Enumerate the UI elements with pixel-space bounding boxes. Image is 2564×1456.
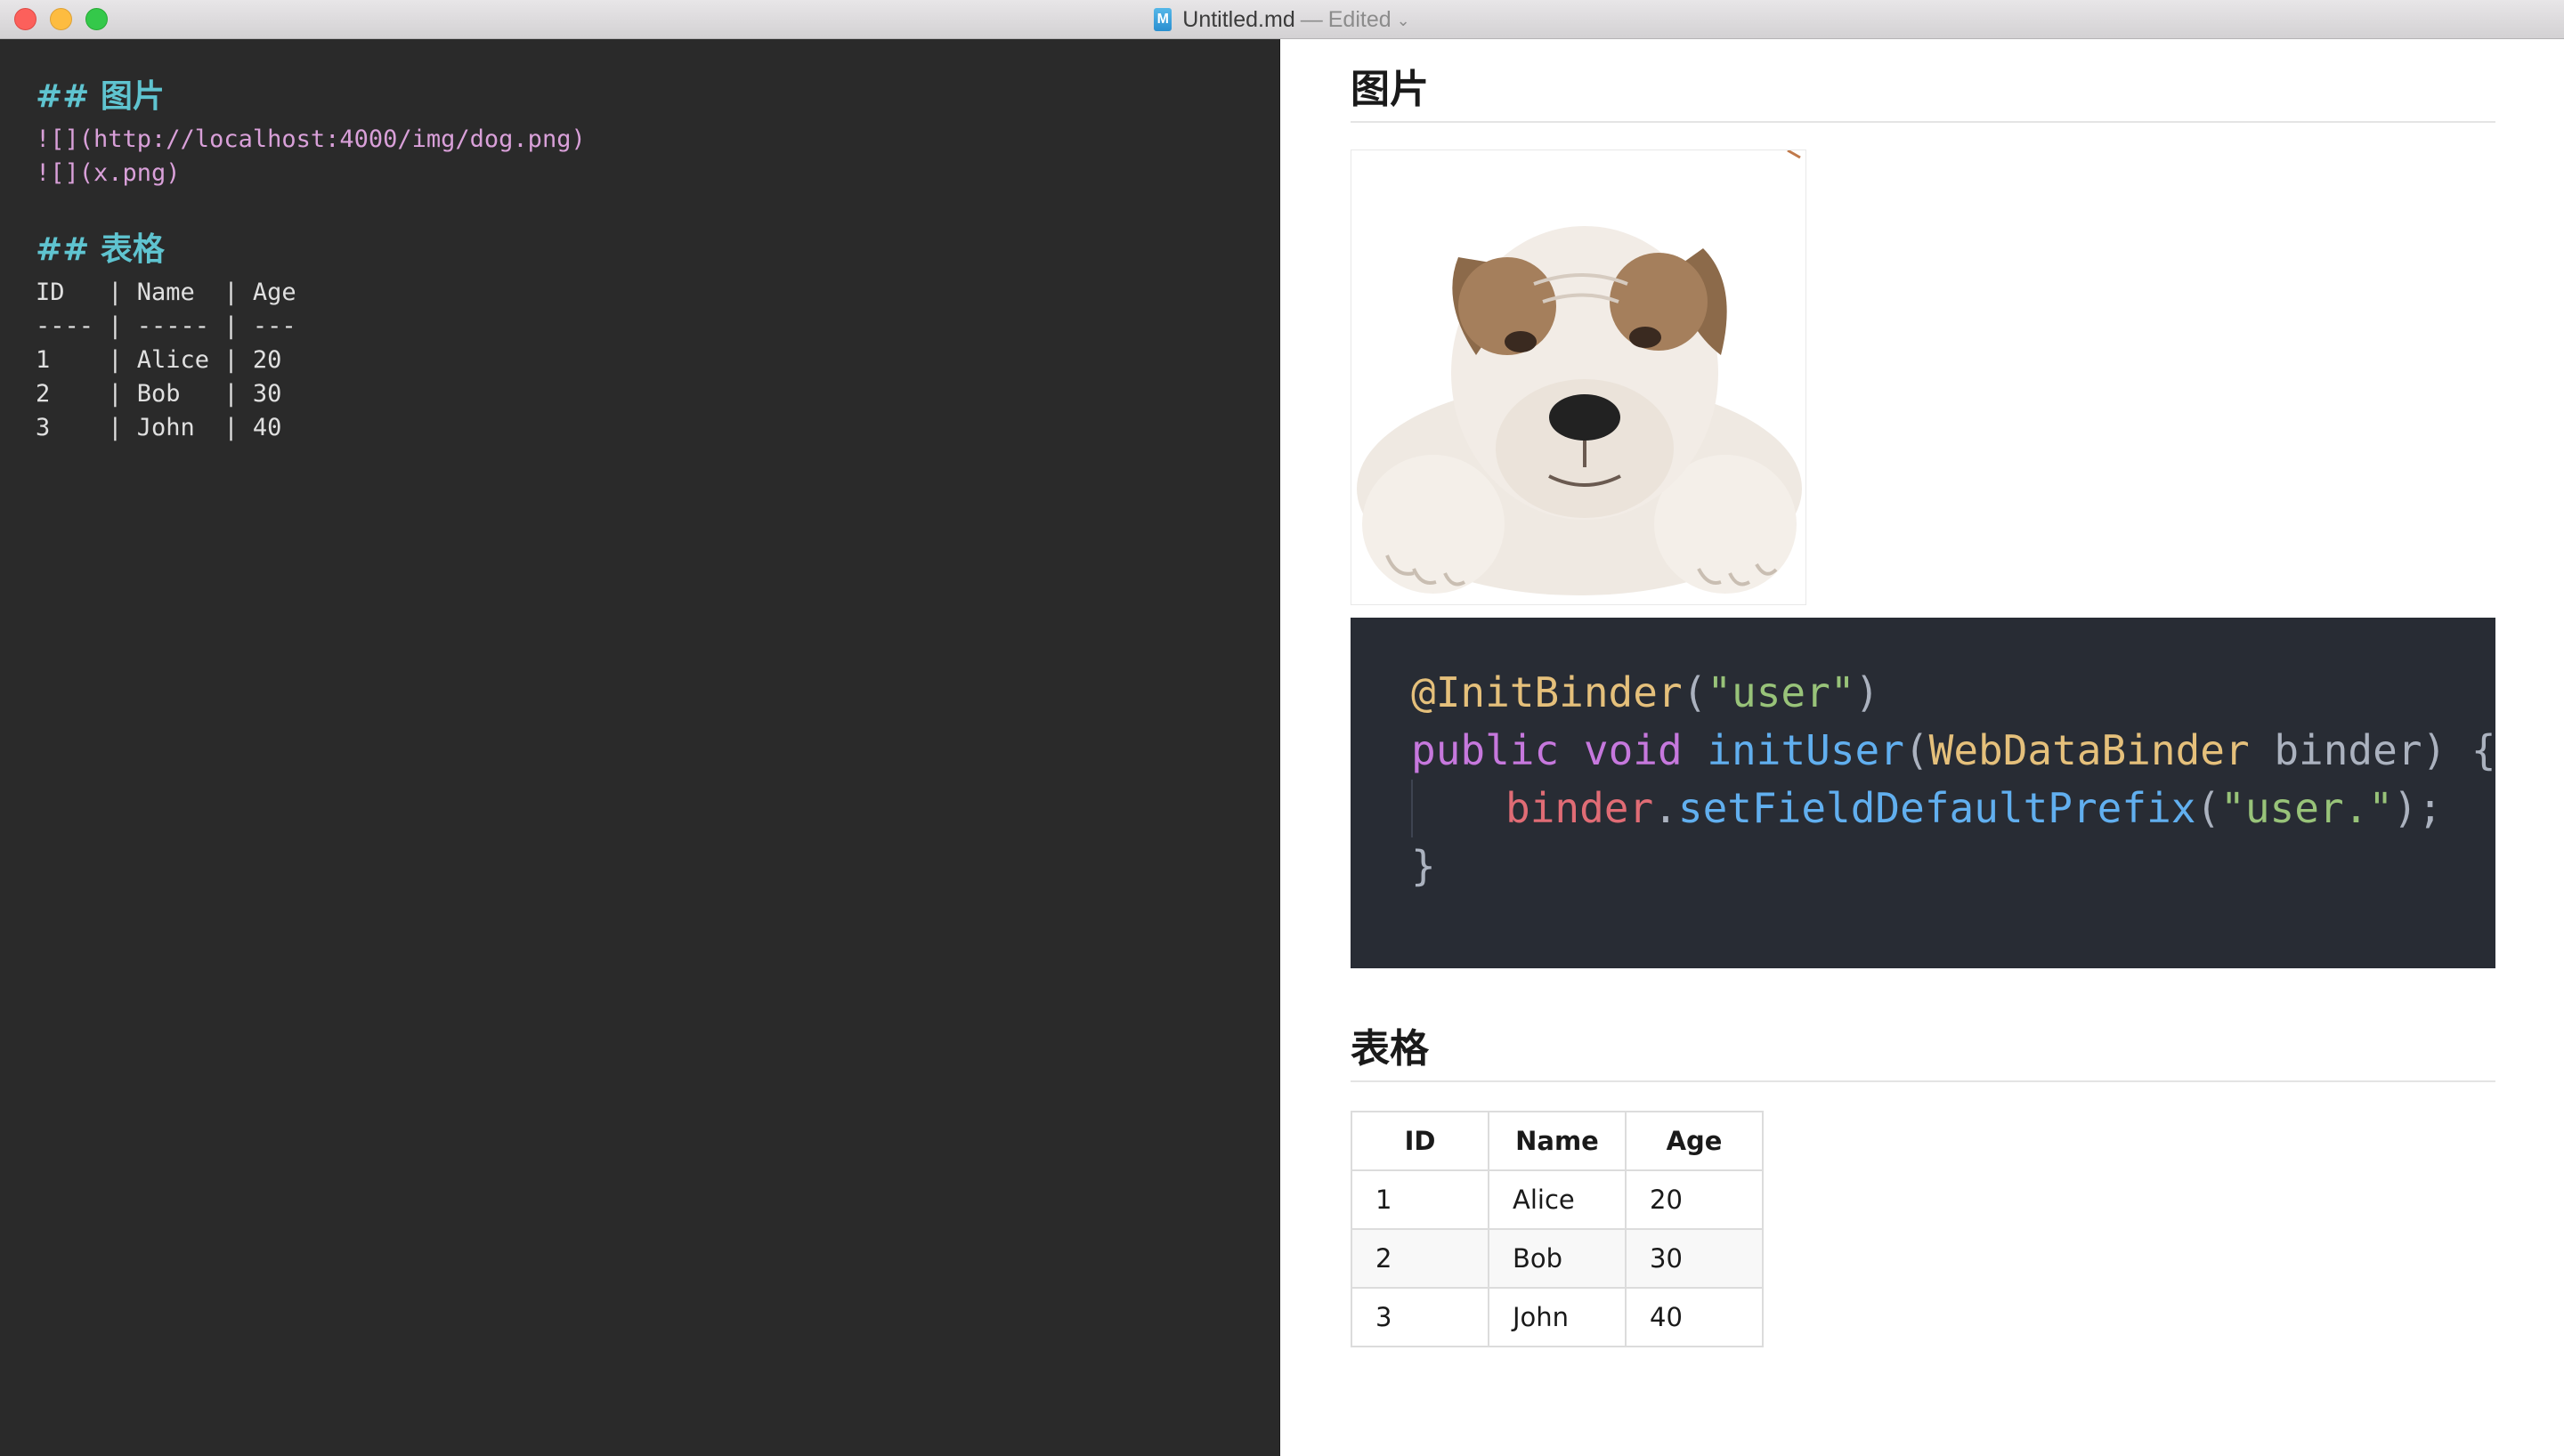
- title-bar: M Untitled.md — Edited ⌄: [0, 0, 2564, 39]
- table-header-row: ID Name Age: [1351, 1111, 1764, 1171]
- editor-line-table[interactable]: 3 | John | 40: [36, 411, 1279, 445]
- editor-line-heading[interactable]: ## 图片: [36, 71, 1279, 123]
- code-function: setFieldDefaultPrefix: [1677, 784, 2196, 832]
- code-line-2: public void initUser(WebDataBinder binde…: [1411, 722, 2496, 780]
- code-string: "user.": [2220, 784, 2394, 832]
- code-param: binder: [2249, 726, 2422, 774]
- editor-line-image[interactable]: ![](x.png): [36, 157, 1279, 190]
- code-punct: );: [2393, 784, 2443, 832]
- window-filename: Untitled.md: [1182, 6, 1295, 32]
- window-title[interactable]: M Untitled.md — Edited ⌄: [0, 0, 2564, 39]
- markdown-document-icon: M: [1154, 8, 1172, 31]
- table-cell: Alice: [1488, 1169, 1627, 1230]
- table-header-name: Name: [1488, 1111, 1627, 1171]
- table-row: 3 John 40: [1351, 1287, 1764, 1347]
- table-header-id: ID: [1351, 1111, 1489, 1171]
- title-separator: —: [1300, 6, 1323, 32]
- markdown-preview: 图片 @InitBinder("user") public void initU…: [1281, 39, 2564, 1456]
- edit-status: Edited: [1327, 6, 1392, 32]
- preview-table: ID Name Age 1 Alice 20 2 Bob 30 3 John 4…: [1351, 1111, 1764, 1347]
- table-cell: 40: [1625, 1287, 1764, 1347]
- chevron-down-icon[interactable]: ⌄: [1397, 12, 1410, 30]
- code-punct: ): [1854, 668, 1880, 716]
- bulldog-puppy-illustration: [1357, 150, 1802, 595]
- code-punct: (: [1903, 726, 1929, 774]
- table-cell: 30: [1625, 1228, 1764, 1289]
- code-type: WebDataBinder: [1928, 726, 2250, 774]
- code-line-4: }: [1411, 842, 1436, 890]
- table-row: 1 Alice 20: [1351, 1169, 1764, 1230]
- table-cell: 3: [1351, 1287, 1489, 1347]
- code-function: initUser: [1707, 726, 1904, 774]
- editor-line-image[interactable]: ![](http://localhost:4000/img/dog.png): [36, 123, 1279, 157]
- preview-heading-images: 图片: [1351, 59, 2495, 123]
- code-block[interactable]: @InitBinder("user") public void initUser…: [1351, 618, 2496, 968]
- code-string: "user": [1707, 668, 1855, 716]
- code-keyword: public: [1411, 726, 1560, 774]
- table-cell: 2: [1351, 1228, 1489, 1289]
- indent-guide: [1411, 780, 1413, 837]
- code-punct: (: [2195, 784, 2221, 832]
- editor-line-table[interactable]: 1 | Alice | 20: [36, 344, 1279, 377]
- code-punct: ) {: [2422, 726, 2496, 774]
- table-cell: Bob: [1488, 1228, 1627, 1289]
- code-annotation: @InitBinder: [1411, 668, 1683, 716]
- code-keyword: void: [1583, 726, 1683, 774]
- code-variable: binder: [1505, 784, 1654, 832]
- table-cell: 20: [1625, 1169, 1764, 1230]
- table-row: 2 Bob 30: [1351, 1228, 1764, 1289]
- code-line-1: @InitBinder("user"): [1411, 664, 2495, 722]
- code-punct: .: [1653, 784, 1678, 832]
- editor-line-blank[interactable]: [36, 190, 1279, 224]
- editor-line-table[interactable]: 2 | Bob | 30: [36, 377, 1279, 411]
- editor-line-table[interactable]: ---- | ----- | ---: [36, 310, 1279, 344]
- dog-image: [1351, 150, 1806, 605]
- table-cell: 1: [1351, 1169, 1489, 1230]
- editor-line-table[interactable]: ID | Name | Age: [36, 276, 1279, 310]
- code-punct: (: [1682, 668, 1708, 716]
- table-cell: John: [1488, 1287, 1627, 1347]
- markdown-editor[interactable]: ## 图片 ![](http://localhost:4000/img/dog.…: [0, 39, 1280, 1456]
- code-line-3: binder.setFieldDefaultPrefix("user.");: [1411, 780, 2495, 837]
- table-header-age: Age: [1625, 1111, 1764, 1171]
- preview-heading-tables: 表格: [1351, 1018, 2495, 1082]
- editor-line-heading[interactable]: ## 表格: [36, 224, 1279, 276]
